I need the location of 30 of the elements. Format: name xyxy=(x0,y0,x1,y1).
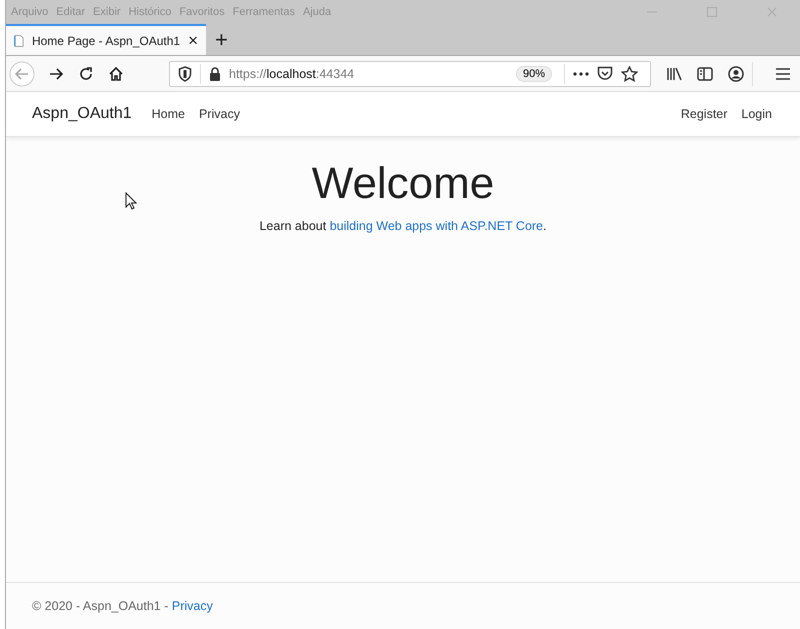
menu-icon[interactable] xyxy=(776,68,790,80)
privacy-link[interactable]: Privacy xyxy=(172,599,213,613)
nav-link[interactable]: Login xyxy=(741,107,772,121)
account-icon[interactable] xyxy=(728,66,744,82)
sidebar-icon[interactable] xyxy=(697,66,713,80)
library-icon[interactable] xyxy=(666,66,682,80)
pocket-icon[interactable] xyxy=(597,66,613,81)
nav-link[interactable]: Home xyxy=(152,107,185,121)
nav-link[interactable]: Privacy xyxy=(198,107,240,121)
docs-link[interactable]: building Web apps with ASP.NET Core xyxy=(330,219,544,233)
browser-tab[interactable]: Home Page - Aspn_OAuth1 × xyxy=(6,24,206,55)
forward-icon[interactable] xyxy=(48,66,64,82)
page-icon xyxy=(14,34,24,48)
lock-icon[interactable] xyxy=(209,66,221,80)
nav-link[interactable]: Register xyxy=(680,107,728,121)
reload-icon[interactable] xyxy=(78,66,94,82)
zoom-level-button[interactable]: 90% xyxy=(516,66,552,82)
more-icon[interactable] xyxy=(573,72,589,76)
mouse-cursor-icon xyxy=(125,192,137,210)
intro-text: Learn about building Web apps with ASP.NET Core. xyxy=(259,219,546,233)
address-field[interactable]: https://localhost:44344 90% xyxy=(169,60,651,86)
copyright-text: © 2020 - Aspn_OAuth1 - Privacy xyxy=(32,599,213,613)
url-text: https://localhost:44344 xyxy=(229,66,354,80)
new-tab-button[interactable]: + xyxy=(206,24,237,55)
site-brand-link[interactable]: Aspn_OAuth1 xyxy=(32,105,132,123)
home-icon[interactable] xyxy=(108,66,124,82)
welcome-heading: Welcome xyxy=(312,159,494,209)
star-icon[interactable] xyxy=(621,66,638,82)
shield-icon[interactable] xyxy=(178,66,192,82)
close-tab-button[interactable]: × xyxy=(188,30,198,50)
